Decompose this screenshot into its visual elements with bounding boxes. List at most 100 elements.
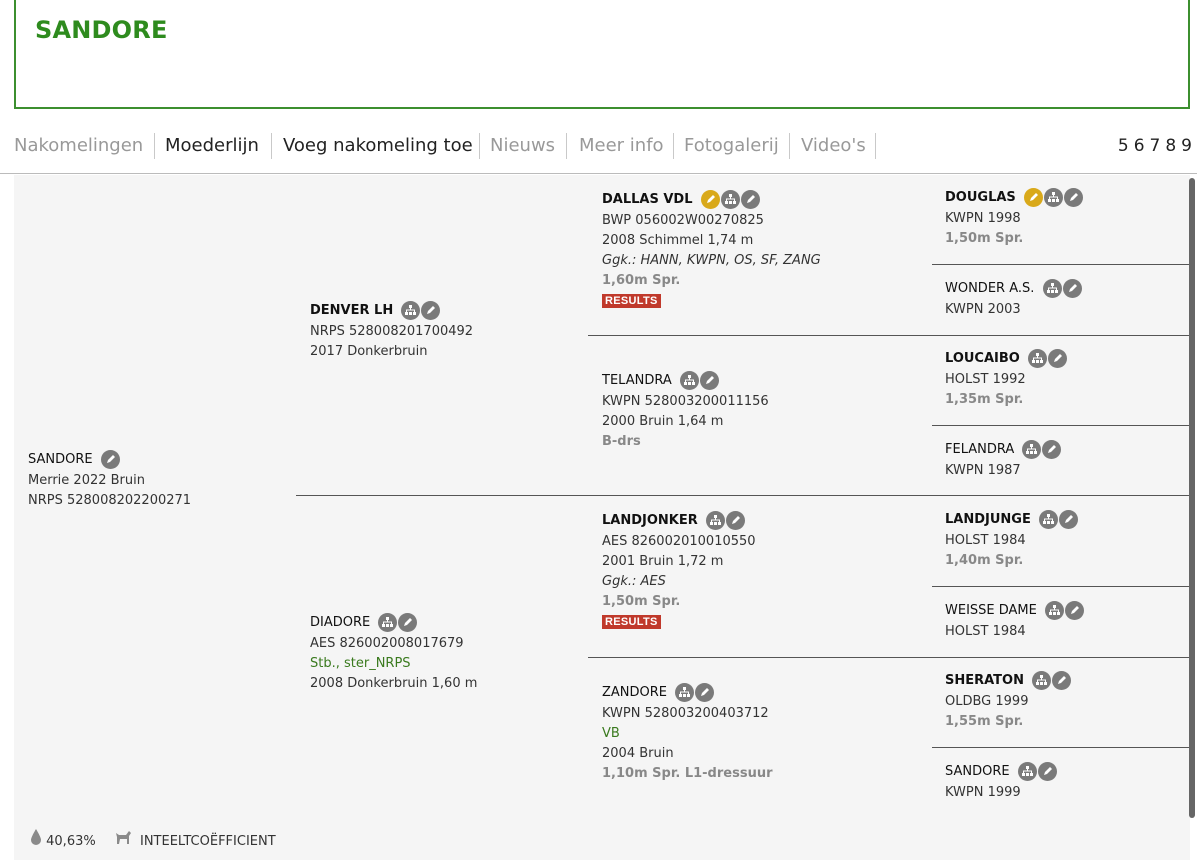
great-grandparent-name[interactable]: FELANDRA	[945, 440, 1014, 460]
edit-icon[interactable]	[1065, 601, 1084, 620]
great-grandparent-name[interactable]: WONDER A.S.	[945, 279, 1034, 299]
tab-moederlijn[interactable]: Moederlijn	[165, 130, 259, 162]
page-title: SANDORE	[35, 16, 168, 44]
grandparent-ds-line4: 1,50m Spr.	[602, 593, 681, 609]
pedigree-icon[interactable]	[1017, 762, 1037, 781]
pedigree-icon[interactable]	[1045, 601, 1064, 620]
tab-bar: Nakomelingen Moederlijn Voeg nakomeling …	[0, 118, 1197, 174]
pedigree-icon[interactable]	[720, 190, 740, 209]
results-badge[interactable]: RESULTS	[602, 614, 661, 629]
pedigree-icon[interactable]	[675, 683, 695, 702]
dam-name[interactable]: DIADORE	[310, 613, 370, 633]
grandparent-ss-name[interactable]: DALLAS VDL	[602, 190, 693, 210]
great-grandparent-name[interactable]: SHERATON	[945, 671, 1024, 691]
edit-icon[interactable]	[740, 190, 760, 209]
great-grandparent-line2: 1,50m Spr.	[945, 230, 1024, 246]
tab-separator	[271, 133, 272, 159]
dam-line2: Stb., ster_NRPS	[310, 655, 411, 671]
dam-line1: AES 826002008017679	[310, 635, 464, 651]
great-grandparent-line1: HOLST 1984	[945, 623, 1026, 639]
scrollbar[interactable]	[1189, 178, 1195, 818]
grandparent-sd-line3: B-drs	[602, 433, 641, 449]
great-grandparent-name[interactable]: WEISSE DAME	[945, 601, 1037, 621]
great-grandparent-name[interactable]: DOUGLAS	[945, 188, 1016, 208]
edit-icon[interactable]	[1062, 279, 1082, 298]
subject-name[interactable]: SANDORE	[28, 450, 93, 470]
tab-separator	[673, 133, 674, 159]
divider-line	[296, 495, 1190, 496]
pedigree-icon[interactable]	[1038, 510, 1058, 529]
subject-cell: SANDORE Merrie 2022 Bruin NRPS 528008202…	[28, 450, 191, 511]
pedigree-icon[interactable]	[1042, 279, 1062, 298]
great-grandparent-name[interactable]: LOUCAIBO	[945, 349, 1020, 369]
sire-name[interactable]: DENVER LH	[310, 301, 393, 321]
grandparent-dd-name[interactable]: ZANDORE	[602, 683, 667, 703]
pedigree-icon[interactable]	[401, 301, 421, 320]
grandparent-dd-line4: 1,10m Spr. L1-dressuur	[602, 765, 773, 781]
great-grandparent-cell: LOUCAIBO HOLST 1992 1,35m Spr.	[945, 349, 1068, 410]
grandparent-sd-line2: 2000 Bruin 1,64 m	[602, 413, 724, 429]
divider-line	[588, 335, 1190, 336]
great-grandparent-cell: FELANDRA KWPN 1987	[945, 440, 1062, 481]
grandparent-sd-name[interactable]: TELANDRA	[602, 371, 672, 391]
medal-icon[interactable]	[1023, 188, 1043, 207]
inbreeding-label: INTEELTCOËFFICIENT	[140, 833, 276, 849]
inbreeding-footer: 40,63% INTEELTCOËFFICIENT	[30, 828, 276, 852]
tab-videos[interactable]: Video's	[801, 130, 866, 162]
tab-nakomelingen[interactable]: Nakomelingen	[14, 130, 143, 162]
tab-nieuws[interactable]: Nieuws	[490, 130, 555, 162]
grandparent-sd-cell: TELANDRA KWPN 528003200011156 2000 Bruin…	[602, 371, 769, 452]
divider-line	[932, 586, 1190, 587]
grandparent-sd-line1: KWPN 528003200011156	[602, 393, 769, 409]
inbreeding-percentage: 40,63%	[46, 833, 96, 849]
edit-icon[interactable]	[1047, 349, 1067, 368]
edit-icon[interactable]	[398, 613, 418, 632]
subject-line2: NRPS 528008202200271	[28, 492, 192, 508]
pedigree-icon[interactable]	[1043, 188, 1063, 207]
pedigree-icon[interactable]	[1032, 671, 1052, 690]
grandparent-dd-line1: KWPN 528003200403712	[602, 705, 769, 721]
grandparent-ds-line3: Ggk.: AES	[602, 573, 666, 589]
pedigree-icon[interactable]	[679, 371, 699, 390]
edit-icon[interactable]	[725, 511, 745, 530]
edit-icon[interactable]	[421, 301, 441, 320]
drop-icon	[30, 828, 42, 855]
edit-icon[interactable]	[100, 450, 120, 469]
tab-separator	[566, 133, 567, 159]
medal-icon[interactable]	[700, 190, 720, 209]
great-grandparent-line2: 1,40m Spr.	[945, 552, 1024, 568]
grandparent-ds-name[interactable]: LANDJONKER	[602, 511, 698, 531]
great-grandparent-name[interactable]: LANDJUNGE	[945, 510, 1031, 530]
edit-icon[interactable]	[1037, 762, 1057, 781]
pedigree-icon[interactable]	[705, 511, 725, 530]
great-grandparent-cell: SHERATON OLDBG 1999 1,55m Spr.	[945, 671, 1072, 732]
divider-line	[932, 747, 1190, 748]
edit-icon[interactable]	[695, 683, 715, 702]
pedigree-icon[interactable]	[1022, 440, 1042, 459]
results-badge[interactable]: RESULTS	[602, 293, 661, 308]
great-grandparent-line1: KWPN 2003	[945, 301, 1021, 317]
pedigree-icon[interactable]	[1027, 349, 1047, 368]
edit-icon[interactable]	[1058, 510, 1078, 529]
grandparent-dd-cell: ZANDORE KWPN 528003200403712 VB 2004 Bru…	[602, 683, 773, 784]
pedigree-icon[interactable]	[378, 613, 398, 632]
tab-separator	[789, 133, 790, 159]
great-grandparent-cell: WEISSE DAME HOLST 1984	[945, 601, 1085, 642]
dam-cell: DIADORE AES 826002008017679 Stb., ster_N…	[310, 613, 477, 694]
tab-fotogalerij[interactable]: Fotogalerij	[684, 130, 779, 162]
edit-icon[interactable]	[1042, 440, 1062, 459]
grandparent-ss-line2: 2008 Schimmel 1,74 m	[602, 232, 754, 248]
tab-separator	[875, 133, 876, 159]
edit-icon[interactable]	[699, 371, 719, 390]
page-numbers[interactable]: 56789	[1118, 130, 1197, 162]
great-grandparent-line2: 1,55m Spr.	[945, 713, 1024, 729]
tab-voeg-nakomeling-toe[interactable]: Voeg nakomeling toe	[283, 130, 473, 162]
great-grandparent-cell: SANDORE KWPN 1999	[945, 762, 1058, 803]
tab-meer-info[interactable]: Meer info	[579, 130, 664, 162]
edit-icon[interactable]	[1063, 188, 1083, 207]
great-grandparent-line1: HOLST 1984	[945, 532, 1026, 548]
edit-icon[interactable]	[1052, 671, 1072, 690]
sire-line2: 2017 Donkerbruin	[310, 343, 428, 359]
great-grandparent-name[interactable]: SANDORE	[945, 762, 1010, 782]
grandparent-ss-line4: 1,60m Spr.	[602, 272, 681, 288]
